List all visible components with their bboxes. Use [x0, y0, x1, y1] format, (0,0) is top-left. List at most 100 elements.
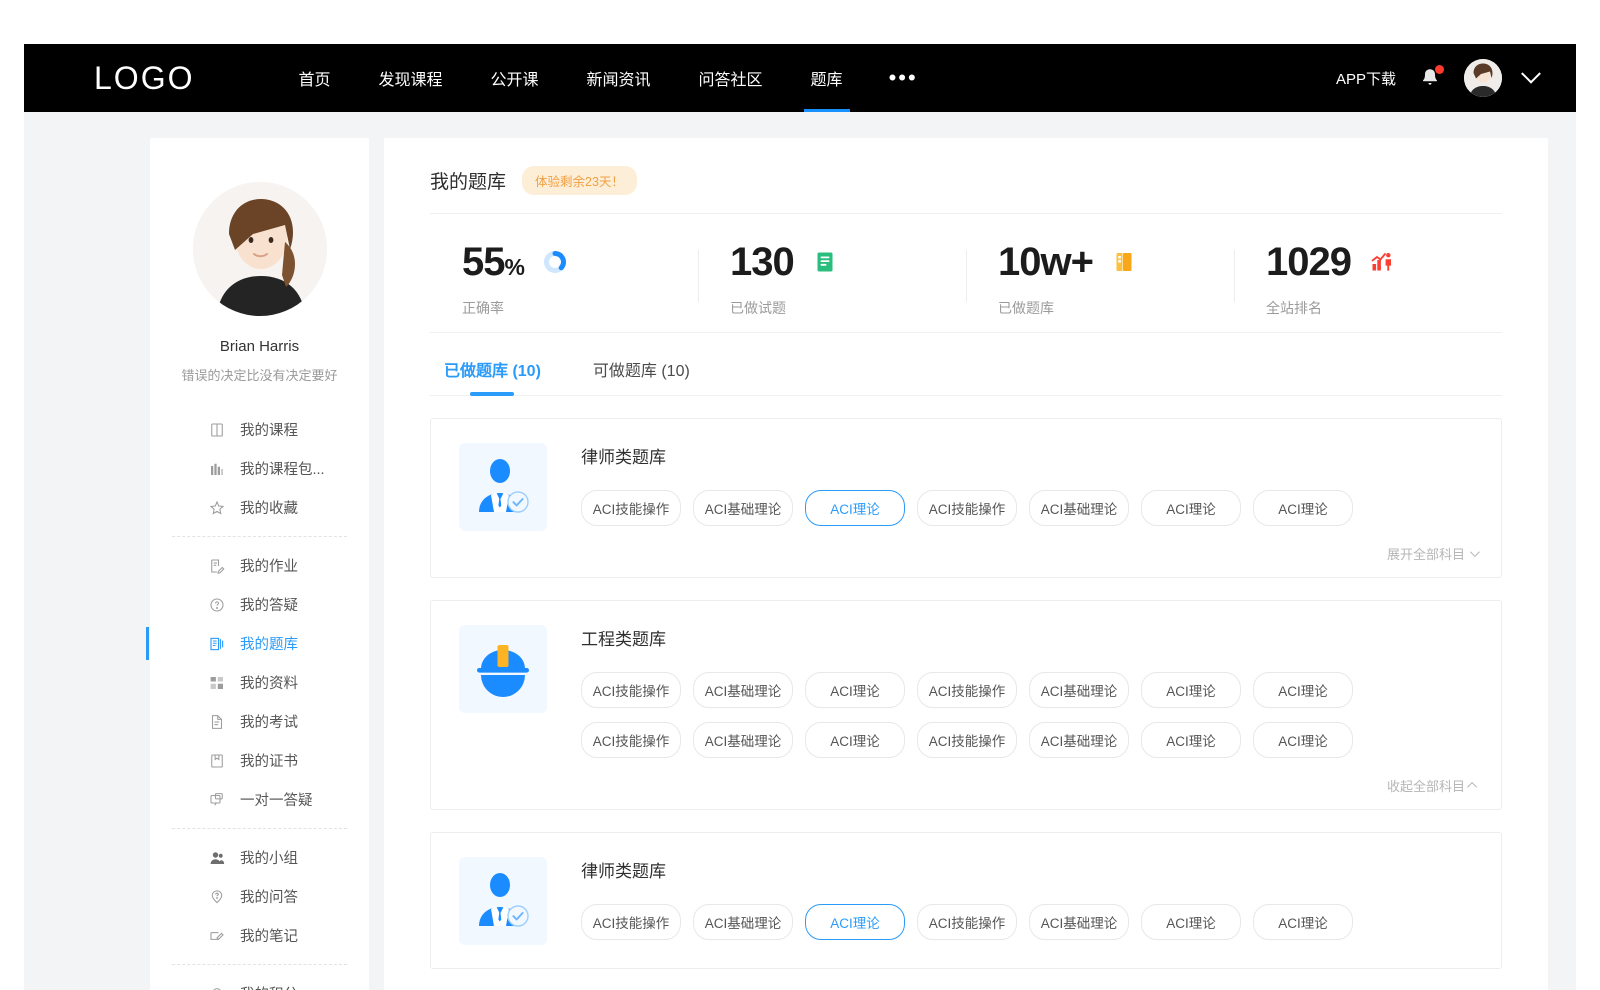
- profile-user-motto: 错误的决定比没有决定要好: [150, 365, 369, 384]
- subject-tag[interactable]: ACI技能操作: [581, 672, 681, 708]
- question-bank-card[interactable]: 工程类题库ACI技能操作ACI基础理论ACI理论ACI技能操作ACI基础理论AC…: [430, 600, 1502, 810]
- stat-number: 10w+: [998, 240, 1093, 284]
- nav-item-5[interactable]: 题库: [787, 44, 867, 112]
- user-avatar-icon: [1464, 59, 1502, 97]
- stat-value: 1029: [1266, 242, 1351, 282]
- sidebar-item-label: 我的积分: [240, 983, 298, 990]
- sidebar-item-10[interactable]: 我的小组: [150, 838, 369, 877]
- user-avatar-small[interactable]: [1464, 59, 1502, 97]
- subject-tag[interactable]: ACI理论: [1141, 904, 1241, 940]
- subject-tag[interactable]: ACI理论: [805, 672, 905, 708]
- subject-tag[interactable]: ACI理论: [1253, 722, 1353, 758]
- exam-icon: [208, 713, 226, 731]
- ranking-icon: [1369, 249, 1395, 275]
- subject-tag[interactable]: ACI基础理论: [1029, 490, 1129, 526]
- content-tabs: 已做题库 (10) 可做题库 (10): [430, 333, 1502, 396]
- sidebar-item-9[interactable]: 一对一答疑: [150, 780, 369, 819]
- nav-item-2[interactable]: 公开课: [467, 44, 563, 112]
- sidebar-item-label: 我的证书: [240, 750, 298, 771]
- subject-tag[interactable]: ACI技能操作: [581, 490, 681, 526]
- stat-top: 55%: [462, 242, 698, 282]
- nav-item-0[interactable]: 首页: [274, 44, 354, 112]
- sidebar-item-3[interactable]: 我的作业: [150, 546, 369, 585]
- points-icon: [208, 985, 226, 990]
- note-icon: [208, 927, 226, 945]
- sidebar-item-1[interactable]: 我的课程包...: [150, 449, 369, 488]
- sidebar-item-5[interactable]: 我的题库: [150, 624, 369, 663]
- homework-icon: [208, 557, 226, 575]
- subject-tag[interactable]: ACI技能操作: [917, 672, 1017, 708]
- subject-tag[interactable]: ACI理论: [1253, 490, 1353, 526]
- stat-number: 1029: [1266, 240, 1351, 284]
- subject-tag[interactable]: ACI基础理论: [693, 672, 793, 708]
- star-icon: [208, 499, 226, 517]
- stat-value: 130: [730, 242, 794, 282]
- subject-tag[interactable]: ACI理论: [1253, 672, 1353, 708]
- subject-tag[interactable]: ACI理论: [805, 904, 905, 940]
- site-logo[interactable]: LOGO: [94, 60, 194, 97]
- nav-item-4[interactable]: 问答社区: [675, 44, 787, 112]
- subject-tag[interactable]: ACI技能操作: [917, 490, 1017, 526]
- subject-tag[interactable]: ACI技能操作: [917, 722, 1017, 758]
- app-download-link[interactable]: APP下载: [1336, 68, 1396, 89]
- subject-tag[interactable]: ACI技能操作: [581, 722, 681, 758]
- stat-label: 已做题库: [998, 298, 1234, 318]
- subject-tag[interactable]: ACI基础理论: [693, 490, 793, 526]
- one-on-one-icon: [208, 791, 226, 809]
- stat-item-3: 1029 全站排名: [1234, 242, 1502, 318]
- exam-icon: [208, 713, 226, 731]
- tab-1[interactable]: 可做题库 (10): [593, 357, 690, 395]
- card-body: 律师类题库ACI技能操作ACI基础理论ACI理论ACI技能操作ACI基础理论AC…: [581, 857, 1477, 954]
- subject-tag[interactable]: ACI基础理论: [1029, 722, 1129, 758]
- stat-number: 130: [730, 240, 794, 284]
- sidebar-item-label: 我的考试: [240, 711, 298, 732]
- sidebar-item-11[interactable]: 我的问答: [150, 877, 369, 916]
- sidebar-item-6[interactable]: 我的资料: [150, 663, 369, 702]
- active-indicator: [146, 627, 149, 660]
- subject-tag[interactable]: ACI理论: [1253, 904, 1353, 940]
- nav-item-3[interactable]: 新闻资讯: [563, 44, 675, 112]
- sidebar-item-12[interactable]: 我的笔记: [150, 916, 369, 955]
- profile-avatar: [193, 182, 327, 316]
- tab-0[interactable]: 已做题库 (10): [444, 357, 541, 395]
- subject-tag[interactable]: ACI理论: [1141, 490, 1241, 526]
- more-nav-icon[interactable]: •••: [867, 44, 940, 112]
- stat-item-0: 55% 正确率: [430, 242, 698, 318]
- sidebar-item-4[interactable]: 我的答疑: [150, 585, 369, 624]
- sidebar-item-13[interactable]: 我的积分: [150, 974, 369, 990]
- subject-tag[interactable]: ACI基础理论: [1029, 904, 1129, 940]
- app-page: LOGO 首页发现课程公开课新闻资讯问答社区题库 ••• APP下载: [24, 44, 1576, 990]
- top-header: LOGO 首页发现课程公开课新闻资讯问答社区题库 ••• APP下载: [24, 44, 1576, 112]
- sidebar-item-8[interactable]: 我的证书: [150, 741, 369, 780]
- toggle-subjects-link[interactable]: 收起全部科目: [581, 772, 1477, 795]
- sidebar-item-2[interactable]: 我的收藏: [150, 488, 369, 527]
- card-thumbnail: [459, 857, 547, 945]
- sidebar-item-0[interactable]: 我的课程: [150, 410, 369, 449]
- subject-tag[interactable]: ACI基础理论: [693, 722, 793, 758]
- nav-item-1[interactable]: 发现课程: [354, 44, 466, 112]
- book-icon: [208, 421, 226, 439]
- sidebar-item-label: 我的问答: [240, 886, 298, 907]
- toggle-subjects-label: 收起全部科目: [1387, 776, 1465, 795]
- sidebar-item-label: 我的答疑: [240, 594, 298, 615]
- subject-tag[interactable]: ACI理论: [1141, 672, 1241, 708]
- page-title: 我的题库: [430, 167, 506, 194]
- sidebar-item-7[interactable]: 我的考试: [150, 702, 369, 741]
- subject-tag[interactable]: ACI理论: [805, 722, 905, 758]
- trial-badge: 体验剩余23天！: [522, 166, 637, 195]
- subject-tag[interactable]: ACI技能操作: [581, 904, 681, 940]
- subject-tag[interactable]: ACI理论: [1141, 722, 1241, 758]
- materials-icon: [208, 674, 226, 692]
- question-bank-card[interactable]: 律师类题库ACI技能操作ACI基础理论ACI理论ACI技能操作ACI基础理论AC…: [430, 418, 1502, 578]
- toggle-subjects-link[interactable]: 展开全部科目: [581, 540, 1477, 563]
- exam-paper-icon: [812, 249, 838, 275]
- subject-tag[interactable]: ACI技能操作: [917, 904, 1017, 940]
- user-menu-chevron-icon[interactable]: [1521, 64, 1541, 84]
- lawyer-avatar-icon: [470, 454, 536, 520]
- notification-bell-button[interactable]: [1418, 66, 1442, 90]
- subject-tag[interactable]: ACI基础理论: [1029, 672, 1129, 708]
- question-bank-card[interactable]: 律师类题库ACI技能操作ACI基础理论ACI理论ACI技能操作ACI基础理论AC…: [430, 832, 1502, 969]
- certificate-icon: [208, 752, 226, 770]
- subject-tag[interactable]: ACI基础理论: [693, 904, 793, 940]
- subject-tag[interactable]: ACI理论: [805, 490, 905, 526]
